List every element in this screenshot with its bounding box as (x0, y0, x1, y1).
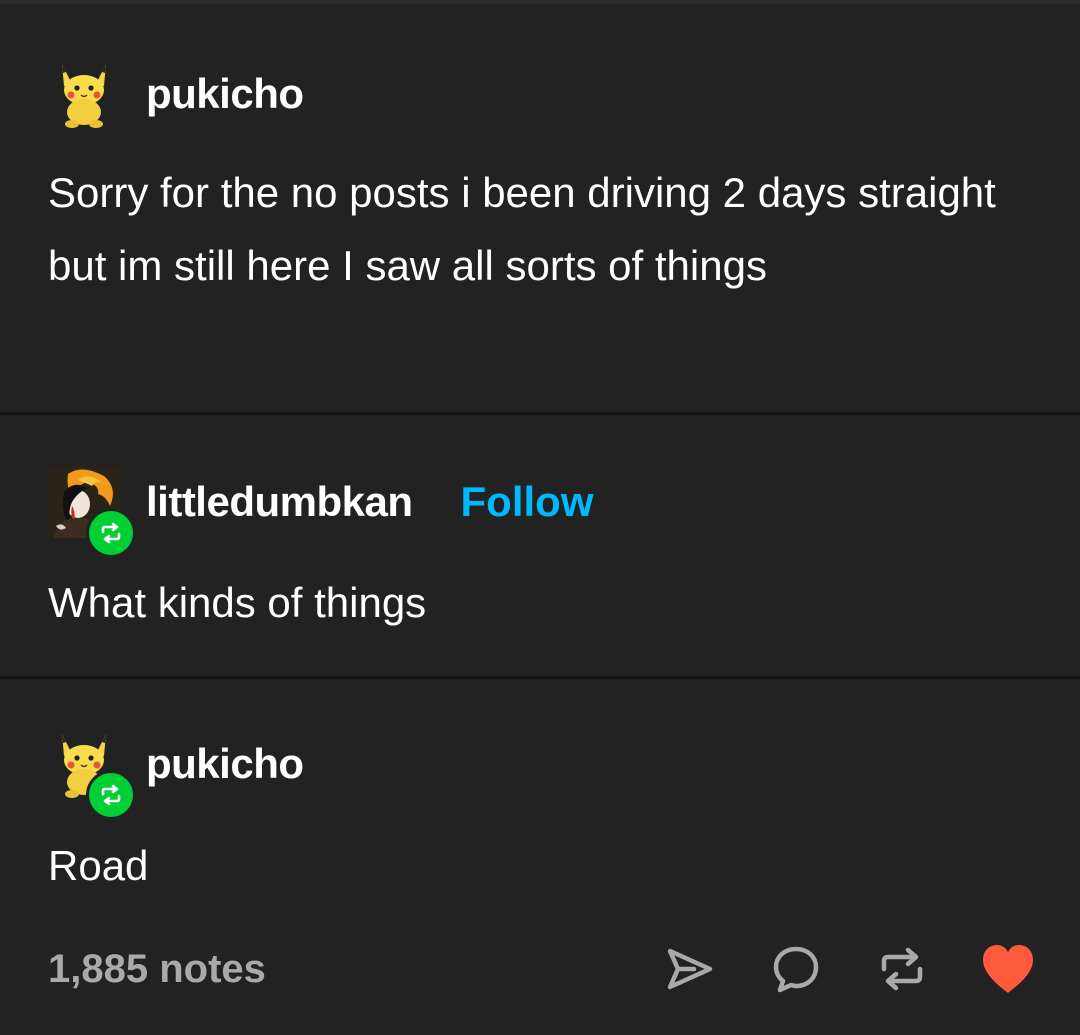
reblog-body-text: Road (48, 842, 149, 889)
divider (0, 676, 1080, 679)
post-header-reblog-1: littledumbkan Follow (48, 462, 594, 558)
follow-button[interactable]: Follow (461, 478, 594, 526)
username[interactable]: pukicho (146, 70, 304, 118)
avatar[interactable] (48, 728, 136, 820)
reblog-badge (86, 508, 136, 558)
reblog-badge (86, 770, 136, 820)
post-actions (614, 939, 1038, 999)
post-header-original: pukicho (48, 54, 304, 134)
avatar[interactable] (48, 466, 136, 558)
post-footer: 1,885 notes (48, 929, 1038, 1009)
reblog-icon (101, 522, 121, 544)
reblog-icon (881, 947, 923, 991)
username[interactable]: pukicho (146, 740, 304, 788)
like-heart-icon (983, 945, 1033, 993)
reply-button[interactable] (766, 939, 826, 999)
pikachu-plush-avatar-icon (62, 64, 106, 128)
post-header-reblog-2: pukicho (48, 724, 304, 820)
like-button[interactable] (978, 939, 1038, 999)
reply-icon (773, 946, 819, 993)
reblog-body-text: What kinds of things (48, 579, 427, 626)
post-body-text: Sorry for the no posts i been driving 2 … (48, 169, 996, 289)
avatar[interactable] (48, 58, 120, 130)
notes-count[interactable]: 1,885 notes (48, 947, 614, 992)
username[interactable]: littledumbkan (146, 478, 413, 526)
share-icon (667, 948, 713, 990)
divider (0, 412, 1080, 415)
tumblr-post: pukicho Sorry for the no posts i been dr… (0, 0, 1080, 1035)
share-button[interactable] (660, 939, 720, 999)
reblog-button[interactable] (872, 939, 932, 999)
reblog-icon (101, 784, 121, 806)
